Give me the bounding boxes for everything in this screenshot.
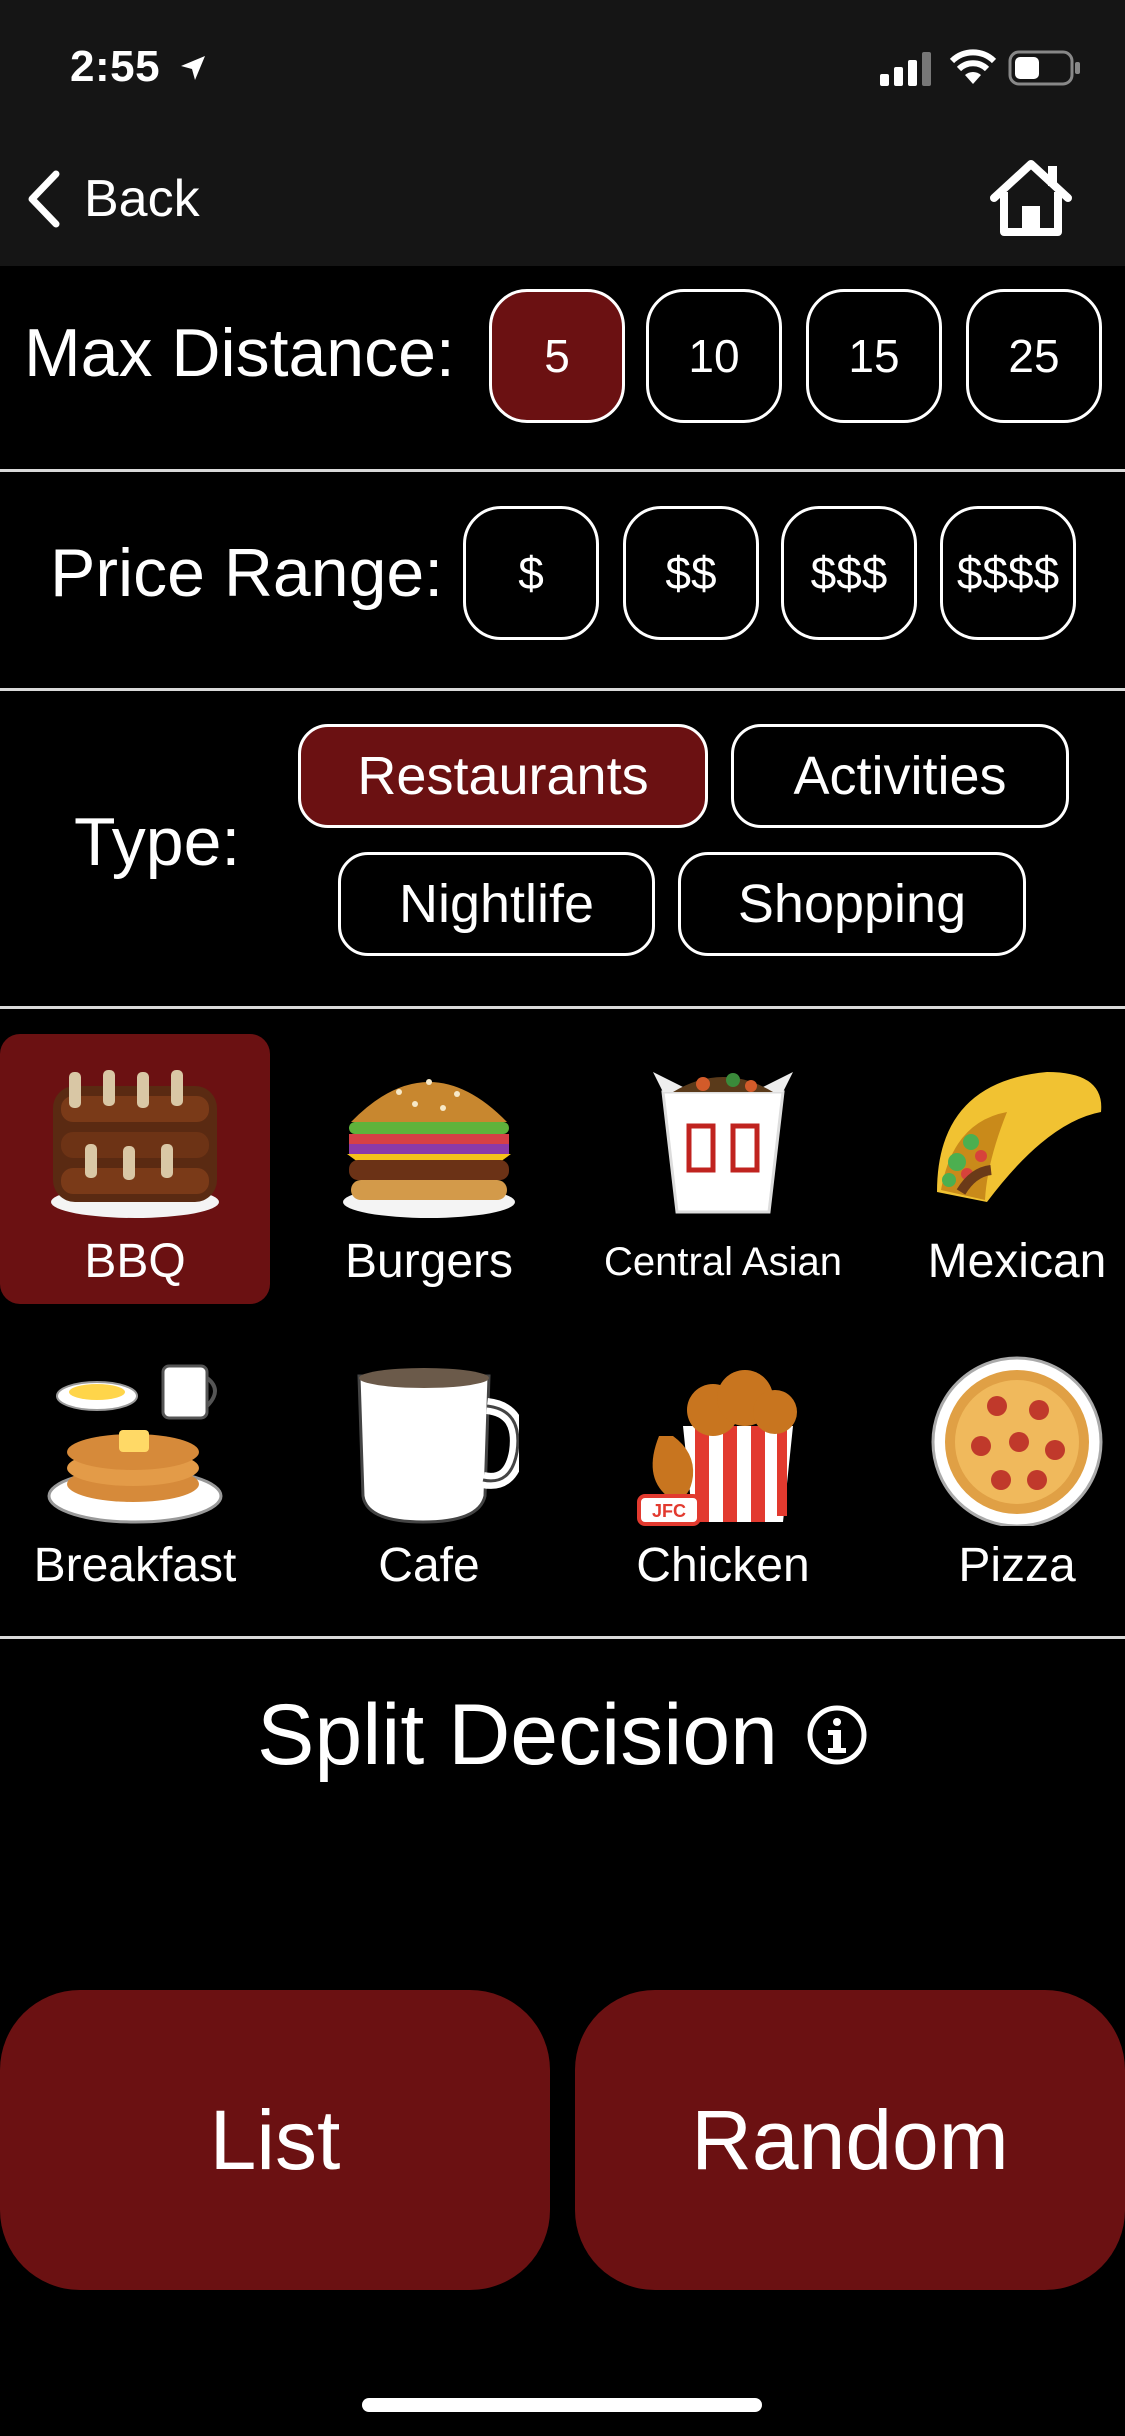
taco-icon: [937, 1072, 1102, 1202]
distance-option-10[interactable]: 10: [646, 289, 782, 423]
list-button[interactable]: List: [0, 1990, 550, 2290]
jfc-text: JFC: [652, 1501, 686, 1521]
wifi-icon: [949, 49, 997, 84]
type-option-activities[interactable]: Activities: [731, 724, 1069, 828]
price-option-4[interactable]: $$$$: [940, 506, 1076, 640]
category-pizza[interactable]: Pizza: [882, 1338, 1125, 1608]
category-breakfast[interactable]: Breakfast: [0, 1338, 270, 1608]
category-label: Central Asian: [604, 1240, 842, 1284]
location-arrow-icon: [180, 56, 205, 80]
bbq-ribs-icon: [51, 1070, 219, 1218]
category-label: Burgers: [344, 1235, 514, 1288]
divider: [0, 1006, 1125, 1009]
chevron-left-icon: [28, 170, 60, 228]
category-cafe[interactable]: Cafe: [294, 1338, 564, 1608]
home-icon[interactable]: [988, 158, 1074, 238]
price-option-2[interactable]: $$: [623, 506, 759, 640]
info-icon[interactable]: [806, 1704, 868, 1766]
divider: [0, 469, 1125, 472]
category-mexican[interactable]: Mexican: [882, 1034, 1125, 1304]
price-option-1[interactable]: $: [463, 506, 599, 640]
back-button[interactable]: Back: [22, 164, 200, 234]
category-label: Breakfast: [33, 1539, 237, 1592]
split-decision-header: Split Decision: [0, 1680, 1125, 1790]
random-button[interactable]: Random: [575, 1990, 1125, 2290]
divider: [0, 688, 1125, 691]
distance-option-5[interactable]: 5: [489, 289, 625, 423]
type-option-shopping[interactable]: Shopping: [678, 852, 1026, 956]
distance-option-25[interactable]: 25: [966, 289, 1102, 423]
back-label: Back: [84, 170, 200, 228]
distance-option-15[interactable]: 15: [806, 289, 942, 423]
category-label: Mexican: [927, 1235, 1107, 1288]
divider: [0, 1636, 1125, 1639]
battery-icon: [1008, 50, 1080, 86]
status-time: 2:55: [70, 42, 209, 92]
category-label: BBQ: [84, 1235, 186, 1288]
category-bbq[interactable]: BBQ: [0, 1034, 270, 1304]
type-option-restaurants[interactable]: Restaurants: [298, 724, 708, 828]
coffee-mug-icon: [357, 1368, 519, 1524]
category-central-asian[interactable]: Central Asian: [588, 1034, 858, 1304]
category-chicken[interactable]: JFC Chicken: [588, 1338, 858, 1608]
type-option-nightlife[interactable]: Nightlife: [338, 852, 655, 956]
type-label: Type:: [74, 804, 241, 880]
category-label: Pizza: [958, 1539, 1076, 1592]
split-decision-title: Split Decision: [257, 1686, 778, 1783]
price-option-3[interactable]: $$$: [781, 506, 917, 640]
category-burgers[interactable]: Burgers: [294, 1034, 564, 1304]
takeout-box-icon: [653, 1072, 793, 1214]
pancakes-icon: [47, 1364, 223, 1524]
price-range-label: Price Range:: [50, 535, 444, 611]
burger-icon: [343, 1079, 515, 1218]
cellular-signal-icon: [880, 52, 931, 86]
category-label: Cafe: [378, 1539, 480, 1592]
home-indicator[interactable]: [362, 2398, 762, 2412]
category-label: Chicken: [636, 1539, 810, 1592]
pizza-icon: [931, 1356, 1103, 1526]
max-distance-label: Max Distance:: [24, 315, 455, 391]
fried-chicken-icon: JFC: [637, 1370, 797, 1526]
